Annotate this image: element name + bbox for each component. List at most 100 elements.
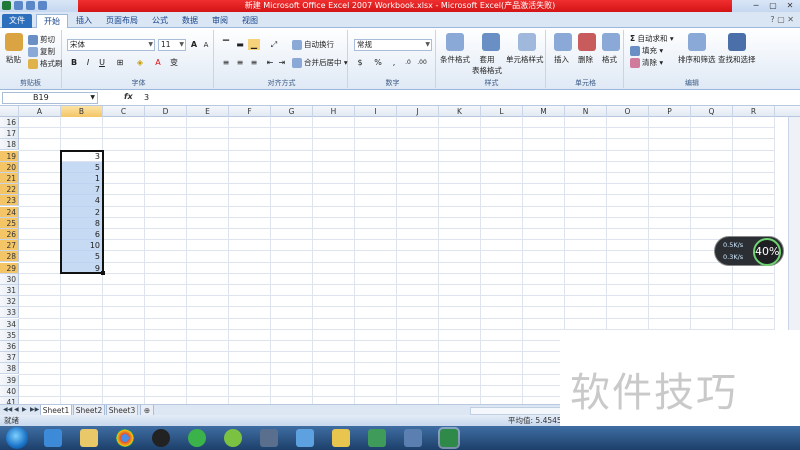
sheet-nav-next-icon[interactable]: ▶: [22, 406, 27, 413]
align-middle-button[interactable]: ▬: [234, 39, 246, 50]
green-app-icon[interactable]: [224, 429, 242, 447]
close-icon[interactable]: ✕: [782, 0, 798, 11]
row-header-26[interactable]: 26: [0, 229, 19, 240]
row-header-20[interactable]: 20: [0, 161, 19, 173]
format-cells-button[interactable]: 格式: [602, 54, 617, 65]
currency-button[interactable]: $: [354, 57, 366, 68]
row-header-29[interactable]: 29: [0, 262, 19, 274]
row-header-41[interactable]: 41: [0, 397, 19, 404]
orientation-button[interactable]: ⤢: [268, 39, 280, 50]
row-header-30[interactable]: 30: [0, 273, 19, 285]
row-header-16[interactable]: 16: [0, 117, 19, 128]
font-size-select[interactable]: 11 ▼: [158, 39, 186, 51]
merge-center-button[interactable]: 合并后居中 ▾: [292, 57, 348, 68]
italic-button[interactable]: I: [82, 57, 94, 68]
row-header-23[interactable]: 23: [0, 195, 19, 207]
delete-cells-button[interactable]: 删除: [578, 54, 593, 65]
comma-button[interactable]: ,: [388, 57, 400, 68]
row-header-24[interactable]: 24: [0, 206, 19, 218]
fill-color-button[interactable]: ◈: [134, 57, 146, 68]
tab-review[interactable]: 审阅: [206, 14, 234, 28]
column-header-a[interactable]: A: [19, 106, 61, 117]
row-header-31[interactable]: 31: [0, 285, 19, 296]
shrink-font-button[interactable]: A: [200, 40, 212, 51]
row-header-18[interactable]: 18: [0, 139, 19, 151]
tab-file[interactable]: 文件: [2, 14, 32, 28]
find-select-button[interactable]: 查找和选择: [718, 54, 756, 65]
row-header-21[interactable]: 21: [0, 173, 19, 184]
wrap-text-button[interactable]: 自动换行: [292, 39, 334, 50]
row-header-38[interactable]: 38: [0, 363, 19, 375]
align-top-button[interactable]: ▔: [220, 39, 232, 50]
folder-icon[interactable]: [332, 429, 350, 447]
column-header-i[interactable]: I: [355, 106, 397, 117]
tab-page-layout[interactable]: 页面布局: [100, 14, 144, 28]
column-header-d[interactable]: D: [145, 106, 187, 117]
insert-cells-button[interactable]: 插入: [554, 54, 569, 65]
start-button-icon[interactable]: [6, 427, 28, 449]
cut-button[interactable]: 剪切: [28, 34, 55, 45]
row-header-37[interactable]: 37: [0, 352, 19, 364]
network-speed-widget[interactable]: 0.5K/s 0.3K/s 40%: [714, 236, 784, 266]
row-header-35[interactable]: 35: [0, 329, 19, 341]
format-painter-button[interactable]: 格式刷: [28, 58, 63, 69]
font-color-button[interactable]: A: [152, 57, 164, 68]
row-header-17[interactable]: 17: [0, 128, 19, 140]
row-header-32[interactable]: 32: [0, 296, 19, 308]
row-header-28[interactable]: 28: [0, 251, 19, 263]
name-box[interactable]: B19 ▼: [2, 92, 98, 104]
column-header-k[interactable]: K: [439, 106, 481, 117]
formula-input[interactable]: 3: [144, 93, 149, 102]
editor-app-icon[interactable]: [368, 429, 386, 447]
row-header-40[interactable]: 40: [0, 385, 19, 397]
column-header-f[interactable]: F: [229, 106, 271, 117]
column-header-q[interactable]: Q: [691, 106, 733, 117]
column-header-p[interactable]: P: [649, 106, 691, 117]
insert-function-button[interactable]: fx: [124, 92, 133, 101]
autosum-button[interactable]: Σ 自动求和 ▾: [630, 33, 674, 44]
tab-home[interactable]: 开始: [36, 14, 68, 28]
row-header-33[interactable]: 33: [0, 307, 19, 319]
row-header-34[interactable]: 34: [0, 318, 19, 330]
row-header-22[interactable]: 22: [0, 184, 19, 196]
column-header-n[interactable]: N: [565, 106, 607, 117]
increase-indent-button[interactable]: ⇥: [276, 57, 288, 68]
paste-button[interactable]: 粘贴: [6, 54, 21, 65]
row-header-39[interactable]: 39: [0, 374, 19, 386]
sheet-nav-first-icon[interactable]: ◀◀: [3, 406, 12, 413]
sheet-nav-last-icon[interactable]: ▶▶: [30, 406, 39, 413]
row-header-25[interactable]: 25: [0, 217, 19, 229]
ie-browser-icon[interactable]: [44, 429, 62, 447]
number-format-select[interactable]: 常规 ▼: [354, 39, 432, 51]
sort-filter-button[interactable]: 排序和筛选: [678, 54, 716, 65]
copy-button[interactable]: 复制: [28, 46, 55, 57]
virtualbox-icon[interactable]: [260, 429, 278, 447]
increase-decimal-button[interactable]: .0: [402, 57, 414, 68]
chrome-icon[interactable]: [116, 429, 134, 447]
column-header-o[interactable]: O: [607, 106, 649, 117]
font-name-select[interactable]: 宋体 ▼: [67, 39, 155, 51]
excel-taskbar-icon[interactable]: [440, 429, 458, 447]
fill-button[interactable]: 填充 ▾: [630, 45, 663, 56]
decrease-decimal-button[interactable]: .00: [416, 57, 428, 68]
border-button[interactable]: ⊞: [114, 57, 126, 68]
column-header-b[interactable]: B: [61, 106, 103, 117]
fill-handle[interactable]: [101, 270, 105, 275]
align-right-button[interactable]: ≡: [248, 57, 260, 68]
maximize-icon[interactable]: ▢: [765, 0, 781, 11]
column-header-l[interactable]: L: [481, 106, 523, 117]
conditional-format-button[interactable]: 条件格式: [440, 54, 470, 65]
select-all-corner[interactable]: [0, 106, 19, 117]
word-app-icon[interactable]: [404, 429, 422, 447]
sheet-nav-prev-icon[interactable]: ◀: [14, 406, 19, 413]
clear-button[interactable]: 清除 ▾: [630, 57, 663, 68]
explorer-folder-icon[interactable]: [80, 429, 98, 447]
align-left-button[interactable]: ≡: [220, 57, 232, 68]
phonetic-button[interactable]: 变: [168, 57, 180, 68]
decrease-indent-button[interactable]: ⇤: [264, 57, 276, 68]
bold-button[interactable]: B: [68, 57, 80, 68]
row-header-19[interactable]: 19: [0, 150, 19, 162]
column-header-j[interactable]: J: [397, 106, 439, 117]
tab-insert[interactable]: 插入: [70, 14, 98, 28]
align-bottom-button[interactable]: ▁: [248, 39, 260, 50]
